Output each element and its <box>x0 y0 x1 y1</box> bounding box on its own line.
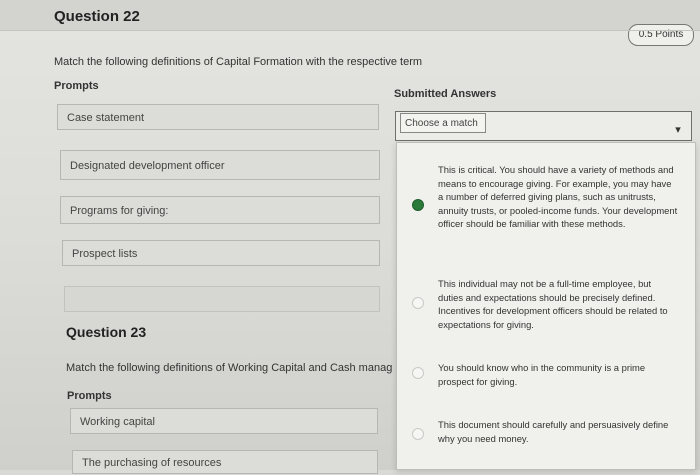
question-title: Question 23 <box>66 324 147 340</box>
prompt-case-statement: Case statement <box>57 104 379 130</box>
points-badge: 0.5 Points <box>628 24 694 46</box>
prompt-designated-development-officer: Designated development officer <box>60 150 380 180</box>
option-text: This is critical. You should have a vari… <box>438 164 678 229</box>
radio-icon[interactable] <box>412 428 424 440</box>
prompts-label: Prompts <box>67 390 112 402</box>
option-text: You should know who in the community is … <box>438 362 646 387</box>
page: Question 22 0.5 Points Match the followi… <box>0 0 700 474</box>
option-text: This document should carefully and persu… <box>438 419 669 444</box>
prompt-prospect-lists: Prospect lists <box>62 240 380 266</box>
divider <box>0 30 700 31</box>
radio-icon[interactable] <box>412 367 424 379</box>
match-dropdown: This is critical. You should have a vari… <box>396 142 696 470</box>
prompt-purchasing-of-resources: The purchasing of resources <box>72 450 378 474</box>
option-text: This individual may not be a full-time e… <box>438 278 668 330</box>
question-title: Question 22 <box>54 8 140 25</box>
submitted-answers-label: Submitted Answers <box>394 88 497 100</box>
question-instruction: Match the following definitions of Worki… <box>66 362 392 374</box>
radio-icon[interactable] <box>412 297 424 309</box>
question-instruction: Match the following definitions of Capit… <box>54 56 423 68</box>
radio-selected-icon[interactable] <box>412 199 424 211</box>
chevron-down-icon[interactable]: ▾ <box>672 124 684 136</box>
prompt-programs-for-giving: Programs for giving: <box>60 196 380 224</box>
match-select-value[interactable]: Choose a match <box>400 113 486 133</box>
prompt-empty-row <box>64 286 380 312</box>
prompts-label: Prompts <box>54 80 99 92</box>
prompt-working-capital: Working capital <box>70 408 378 434</box>
